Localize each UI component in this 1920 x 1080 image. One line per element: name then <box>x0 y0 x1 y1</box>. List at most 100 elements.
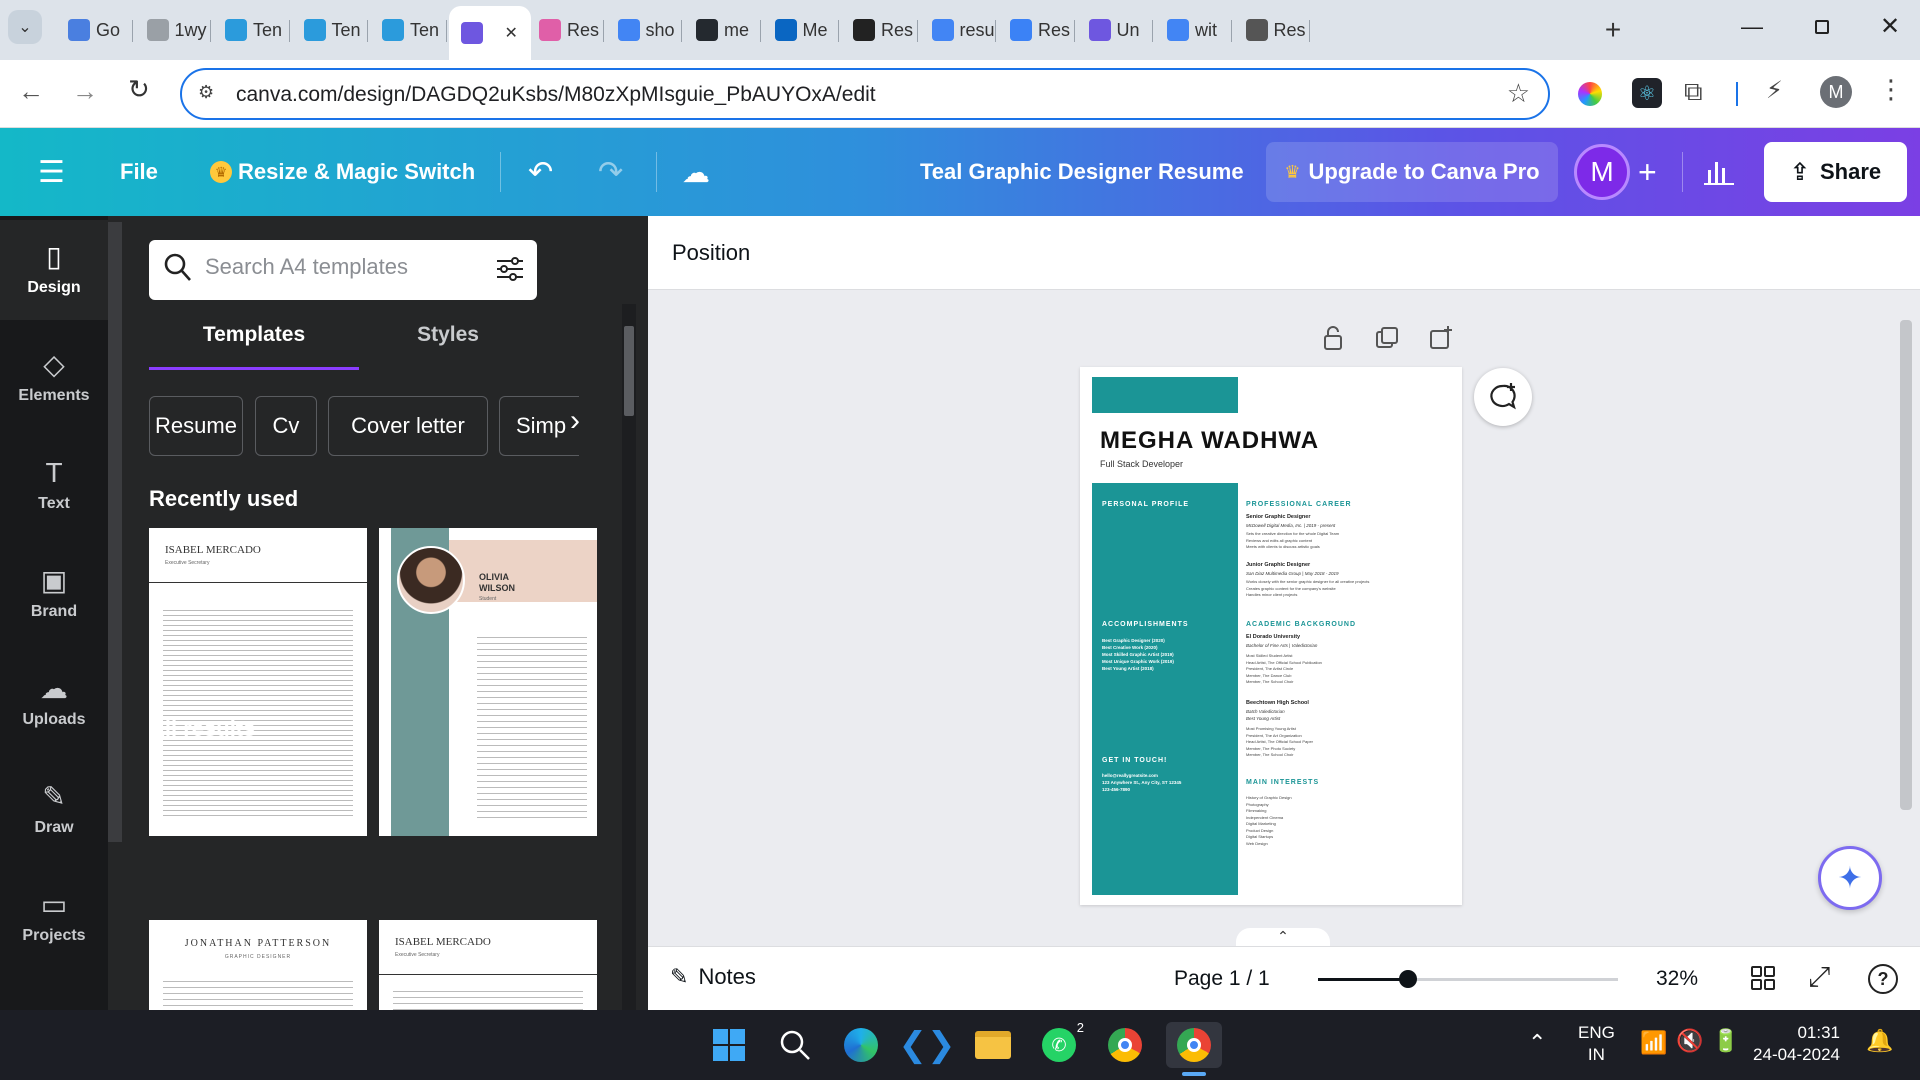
rail-item-draw[interactable]: ✎ Draw <box>0 760 108 860</box>
template-thumb-isabel-mercado[interactable]: ISABEL MERCADO Executive Secretary <box>149 528 367 836</box>
zoom-slider-track[interactable] <box>1318 970 1618 988</box>
zoom-level[interactable]: 32% <box>1656 967 1698 991</box>
panel-scrollbar-thumb[interactable] <box>624 326 634 416</box>
document-title[interactable]: Teal Graphic Designer Resume <box>920 128 1244 216</box>
school1-name[interactable]: El Dorado University <box>1246 634 1300 640</box>
school2-degree[interactable]: Batch Valedictorian <box>1246 709 1285 714</box>
zoom-slider-handle[interactable] <box>1399 970 1417 988</box>
undo-button[interactable]: ↶ <box>528 128 553 216</box>
grid-view-icon[interactable] <box>1750 965 1776 996</box>
tray-overflow-icon[interactable]: ⌃ <box>1528 1030 1546 1056</box>
browser-tab[interactable]: Res <box>1234 8 1309 52</box>
job1-title[interactable]: Senior Graphic Designer <box>1246 514 1311 520</box>
help-icon[interactable]: ? <box>1868 964 1898 994</box>
template-search-box[interactable] <box>149 240 537 300</box>
canvas-scrollbar-thumb[interactable] <box>1900 320 1912 810</box>
template-thumb-jonathan-patterson[interactable]: JONATHAN PATTERSON GRAPHIC DESIGNER <box>149 920 367 1010</box>
site-info-icon[interactable]: ⚙ <box>198 82 214 103</box>
tab-templates[interactable]: Templates <box>149 310 359 360</box>
bookmark-star-icon[interactable]: ☆ <box>1507 78 1530 109</box>
rail-scrollbar[interactable] <box>108 222 122 842</box>
chip-cv[interactable]: Cv <box>255 396 317 456</box>
browser-tab[interactable]: Res <box>841 8 916 52</box>
academic-heading[interactable]: ACADEMIC BACKGROUND <box>1246 621 1356 628</box>
redo-button[interactable]: ↷ <box>598 128 623 216</box>
cloud-saved-icon[interactable]: ☁ <box>682 128 710 216</box>
browser-tab[interactable]: Un <box>1077 8 1152 52</box>
contact-list[interactable]: hello@reallygreatsite.com 123 Anywhere S… <box>1102 772 1181 793</box>
school1-list[interactable]: Most Skilled Student Artist Head Artist,… <box>1246 653 1322 686</box>
battery-icon[interactable]: 🔋 <box>1712 1028 1739 1054</box>
chip-resume[interactable]: Resume <box>149 396 243 456</box>
resume-title[interactable]: Full Stack Developer <box>1100 459 1183 469</box>
close-tab-icon[interactable]: ✕ <box>505 23 518 43</box>
interests-list[interactable]: History of Graphic Design Photography Fi… <box>1246 795 1292 847</box>
whatsapp-icon[interactable]: ✆ 2 <box>1036 1020 1084 1068</box>
start-windows-icon[interactable] <box>706 1022 752 1068</box>
job1-company[interactable]: McDowell Digital Media, Inc. | 2019 - pr… <box>1246 523 1335 528</box>
browser-tab[interactable]: Res <box>527 8 602 52</box>
magic-assistant-button[interactable]: ✦ <box>1818 846 1882 910</box>
browser-tab[interactable]: Me <box>763 8 838 52</box>
rail-item-design[interactable]: ▯ Design <box>0 220 108 320</box>
add-page-icon[interactable] <box>1428 325 1454 351</box>
school1-degree[interactable]: Bachelor of Fine Arts | Valedictorian <box>1246 643 1317 648</box>
duplicate-page-icon[interactable] <box>1374 325 1400 351</box>
share-button[interactable]: ⇪ Share <box>1764 142 1907 202</box>
browser-tab[interactable]: wit <box>1155 8 1230 52</box>
chrome-profile-icon[interactable] <box>1102 1022 1148 1068</box>
page-indicator[interactable]: Page 1 / 1 <box>1174 967 1270 991</box>
position-button[interactable]: Position <box>672 240 750 266</box>
add-comment-button[interactable] <box>1474 368 1532 426</box>
browser-tab[interactable]: 1wy <box>135 8 210 52</box>
job2-company[interactable]: San Diaz Multimedia Group | May 2018 - 2… <box>1246 571 1338 576</box>
notification-bell-icon[interactable]: 🔔 <box>1866 1028 1893 1054</box>
chip-cover-letter[interactable]: Cover letter <box>328 396 488 456</box>
browser-menu-icon[interactable]: ⋮ <box>1878 74 1904 105</box>
file-explorer-icon[interactable] <box>970 1022 1016 1068</box>
forward-button[interactable]: → <box>72 76 98 107</box>
tab-search-button[interactable]: ⌄ <box>8 10 42 44</box>
browser-tab[interactable]: Ten <box>370 8 445 52</box>
browser-tab[interactable]: Ten <box>292 8 367 52</box>
template-thumb-isabel-mercado-2[interactable]: ISABEL MERCADO Executive Secretary <box>379 920 597 1010</box>
upgrade-pro-button[interactable]: ♛ Upgrade to Canva Pro <box>1266 142 1558 202</box>
browser-tab[interactable]: Res <box>998 8 1073 52</box>
filter-icon[interactable] <box>495 254 525 289</box>
file-menu[interactable]: File <box>120 128 158 216</box>
rail-item-text[interactable]: T Text <box>0 436 108 536</box>
resize-magic-switch-button[interactable]: ♛ Resize & Magic Switch <box>210 128 475 216</box>
restore-button[interactable] <box>1802 14 1842 44</box>
school2-award[interactable]: Best Young Artist <box>1246 716 1280 721</box>
personal-profile-heading[interactable]: PERSONAL PROFILE <box>1102 501 1189 508</box>
professional-career-heading[interactable]: PROFESSIONAL CAREER <box>1246 501 1352 508</box>
chips-scroll-right-icon[interactable]: › <box>570 404 580 438</box>
chip-simple[interactable]: Simp <box>499 396 579 456</box>
search-taskbar-icon[interactable] <box>772 1022 818 1068</box>
fullscreen-icon[interactable]: ⤢ <box>1808 961 1830 994</box>
url-text[interactable]: canva.com/design/DAGDQ2uKsbs/M80zXpMIsgu… <box>236 83 876 107</box>
browser-tab[interactable]: Go <box>56 8 131 52</box>
clock[interactable]: 01:31 24-04-2024 <box>1753 1022 1840 1066</box>
extensions-puzzle-icon[interactable]: ⧉ <box>1684 76 1703 108</box>
school2-list[interactable]: Most Promising Young Artist President, T… <box>1246 726 1313 759</box>
tab-styles[interactable]: Styles <box>363 310 533 360</box>
browser-tab[interactable]: resu <box>920 8 994 52</box>
interests-heading[interactable]: MAIN INTERESTS <box>1246 779 1319 786</box>
wifi-icon[interactable]: 📶 <box>1640 1030 1667 1056</box>
chrome-active-icon[interactable] <box>1166 1022 1222 1068</box>
minimize-button[interactable]: — <box>1732 14 1772 44</box>
get-in-touch-heading[interactable]: GET IN TOUCH! <box>1102 757 1167 764</box>
performance-icon[interactable]: ⚡ <box>1766 76 1783 105</box>
school2-name[interactable]: Beechtown High School <box>1246 700 1309 706</box>
language-indicator[interactable]: ENG IN <box>1578 1022 1615 1066</box>
lock-icon[interactable] <box>1320 325 1346 351</box>
browser-tab[interactable]: Ten <box>213 8 288 52</box>
vscode-icon[interactable]: ❮❯ <box>899 1022 956 1068</box>
rail-item-elements[interactable]: ◇ Elements <box>0 328 108 428</box>
job2-list[interactable]: Works closely with the senior graphic de… <box>1246 579 1369 599</box>
react-devtools-icon[interactable]: ⚛ <box>1632 78 1662 108</box>
resume-page[interactable]: MEGHA WADHWA Full Stack Developer PERSON… <box>1080 367 1462 905</box>
add-collaborator-button[interactable]: + <box>1638 128 1657 216</box>
rail-item-uploads[interactable]: ☁ Uploads <box>0 652 108 752</box>
